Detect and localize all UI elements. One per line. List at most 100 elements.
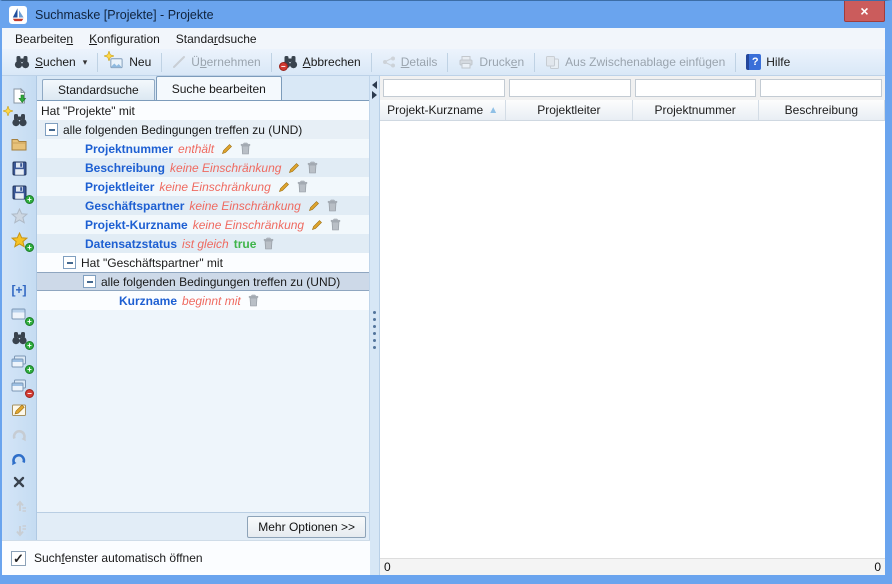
column-header-beschreibung[interactable]: Beschreibung [759, 100, 885, 120]
suchfenster-checkbox-label[interactable]: Suchfenster automatisch öffnen [34, 551, 203, 565]
add-search-condition-icon[interactable]: + [7, 328, 31, 348]
paste-from-clipboard-icon [545, 55, 560, 70]
tree-row-condition[interactable]: Projektnummer enthält [37, 139, 369, 158]
delete-condition-icon[interactable] [327, 199, 338, 212]
main-area: + + [+] + [2, 76, 885, 575]
condition-operator: beginnt mit [182, 294, 241, 308]
tree-row-text: Hat "Geschäftspartner" mit [81, 256, 223, 270]
tab-bar: Standardsuche Suche bearbeiten [37, 76, 369, 100]
collapse-toggle-icon[interactable] [83, 275, 96, 288]
toolbar-separator [371, 53, 372, 72]
side-toolbar: + + [+] + [2, 76, 37, 540]
add-window-condition-icon[interactable]: + [7, 304, 31, 324]
toolbar-separator [97, 53, 98, 72]
edit-condition-icon[interactable] [308, 200, 320, 212]
new-search-icon[interactable] [7, 110, 31, 130]
column-header-projekt-kurzname[interactable]: Projekt-Kurzname ▲ [380, 100, 506, 120]
delete-icon[interactable] [7, 472, 31, 492]
tree-row-group-und-selected[interactable]: alle folgenden Bedingungen treffen zu (U… [37, 272, 369, 291]
tree-row-group-und[interactable]: alle folgenden Bedingungen treffen zu (U… [37, 120, 369, 139]
details-button[interactable]: Details [375, 51, 445, 73]
load-search-icon[interactable] [7, 86, 31, 106]
edit-condition-icon[interactable] [278, 181, 290, 193]
menu-standardsuche[interactable]: Standardsuche [168, 30, 265, 48]
check-icon: ✓ [13, 552, 24, 565]
edit-condition-icon[interactable] [311, 219, 323, 231]
collapse-left-icon[interactable] [372, 81, 377, 89]
column-header-projektleiter[interactable]: Projektleiter [506, 100, 632, 120]
cancel-search-icon: − [282, 55, 298, 69]
table-header-row: Projekt-Kurzname ▲ Projektleiter Projekt… [380, 100, 885, 121]
filter-input-projektleiter[interactable] [509, 79, 631, 97]
splitter-grip-icon[interactable] [373, 311, 376, 349]
menu-konfiguration[interactable]: Konfiguration [81, 30, 168, 48]
condition-operator: enthält [178, 142, 214, 156]
hilfe-button[interactable]: ? Hilfe [739, 51, 797, 73]
tree-row-root[interactable]: Hat "Projekte" mit [37, 101, 369, 120]
collapse-toggle-icon[interactable] [63, 256, 76, 269]
paste-from-clipboard-button[interactable]: Aus Zwischenablage einfügen [538, 51, 732, 73]
menu-bearbeiten[interactable]: Bearbeiten [7, 30, 81, 48]
minus-badge-icon: − [25, 389, 34, 398]
dropdown-arrow-icon[interactable]: ▾ [83, 57, 88, 68]
result-count-left: 0 [384, 560, 391, 574]
filter-input-projektnummer[interactable] [635, 79, 757, 97]
toolbar-separator [534, 53, 535, 72]
filter-input-projekt-kurzname[interactable] [383, 79, 505, 97]
delete-condition-icon[interactable] [248, 294, 259, 307]
collapse-right-icon[interactable] [372, 91, 377, 99]
collapse-toggle-icon[interactable] [45, 123, 58, 136]
table-body-empty[interactable] [380, 121, 885, 558]
condition-field: Projektnummer [85, 142, 173, 156]
redo-icon[interactable] [7, 424, 31, 444]
edit-condition-icon[interactable] [288, 162, 300, 174]
tree-row-subsearch[interactable]: Hat "Geschäftspartner" mit [37, 253, 369, 272]
plus-badge-icon: + [25, 341, 34, 350]
suchen-button[interactable]: Suchen ▾ [7, 51, 94, 73]
close-button[interactable]: × [844, 1, 885, 22]
delete-condition-icon[interactable] [263, 237, 274, 250]
delete-condition-icon[interactable] [297, 180, 308, 193]
column-header-projektnummer[interactable]: Projektnummer [633, 100, 759, 120]
search-condition-panel: Standardsuche Suche bearbeiten Hat "Proj… [37, 76, 370, 540]
toolbar: Suchen ▾ Neu Übernehmen − Abbrechen [2, 49, 885, 76]
print-icon [458, 55, 474, 69]
move-down-icon[interactable] [7, 520, 31, 540]
tree-row-condition[interactable]: Projektleiter keine Einschränkung [37, 177, 369, 196]
delete-condition-icon[interactable] [307, 161, 318, 174]
drucken-button[interactable]: Drucken [451, 51, 531, 73]
tree-row-condition[interactable]: Geschäftspartner keine Einschränkung [37, 196, 369, 215]
tree-row-condition[interactable]: Kurzname beginnt mit [37, 291, 369, 310]
add-favorite-icon[interactable]: + [7, 230, 31, 250]
add-subcondition-icon[interactable]: + [7, 352, 31, 372]
tree-row-condition[interactable]: Projekt-Kurzname keine Einschränkung [37, 215, 369, 234]
sparkle-icon [3, 106, 13, 116]
tab-standardsuche[interactable]: Standardsuche [42, 79, 155, 100]
tree-row-condition[interactable]: Datensatzstatus ist gleich true [37, 234, 369, 253]
save-search-as-icon[interactable]: + [7, 182, 31, 202]
delete-condition-icon[interactable] [240, 142, 251, 155]
toolbar-separator [447, 53, 448, 72]
delete-condition-icon[interactable] [330, 218, 341, 231]
filter-input-beschreibung[interactable] [760, 79, 882, 97]
suchfenster-checkbox[interactable]: ✓ [11, 551, 26, 566]
tab-suche-bearbeiten[interactable]: Suche bearbeiten [156, 76, 282, 100]
expand-all-icon[interactable]: [+] [7, 280, 31, 300]
favorite-icon[interactable] [7, 206, 31, 226]
app-sailboat-icon [9, 6, 27, 24]
panel-splitter[interactable] [370, 76, 380, 575]
abbrechen-button[interactable]: − Abbrechen [275, 51, 368, 73]
neu-button[interactable]: Neu [101, 51, 158, 73]
edit-condition-icon[interactable] [221, 143, 233, 155]
undo-icon[interactable] [7, 448, 31, 468]
save-search-icon[interactable] [7, 158, 31, 178]
remove-condition-icon[interactable]: − [7, 376, 31, 396]
uebernehmen-button[interactable]: Übernehmen [165, 51, 267, 73]
more-options-button[interactable]: Mehr Optionen >> [247, 516, 366, 538]
tree-row-condition[interactable]: Beschreibung keine Einschränkung [37, 158, 369, 177]
move-up-icon[interactable] [7, 496, 31, 516]
edit-condition-icon[interactable] [7, 400, 31, 420]
filter-row [380, 76, 885, 100]
open-folder-icon[interactable] [7, 134, 31, 154]
condition-operator: keine Einschränkung [193, 218, 304, 232]
